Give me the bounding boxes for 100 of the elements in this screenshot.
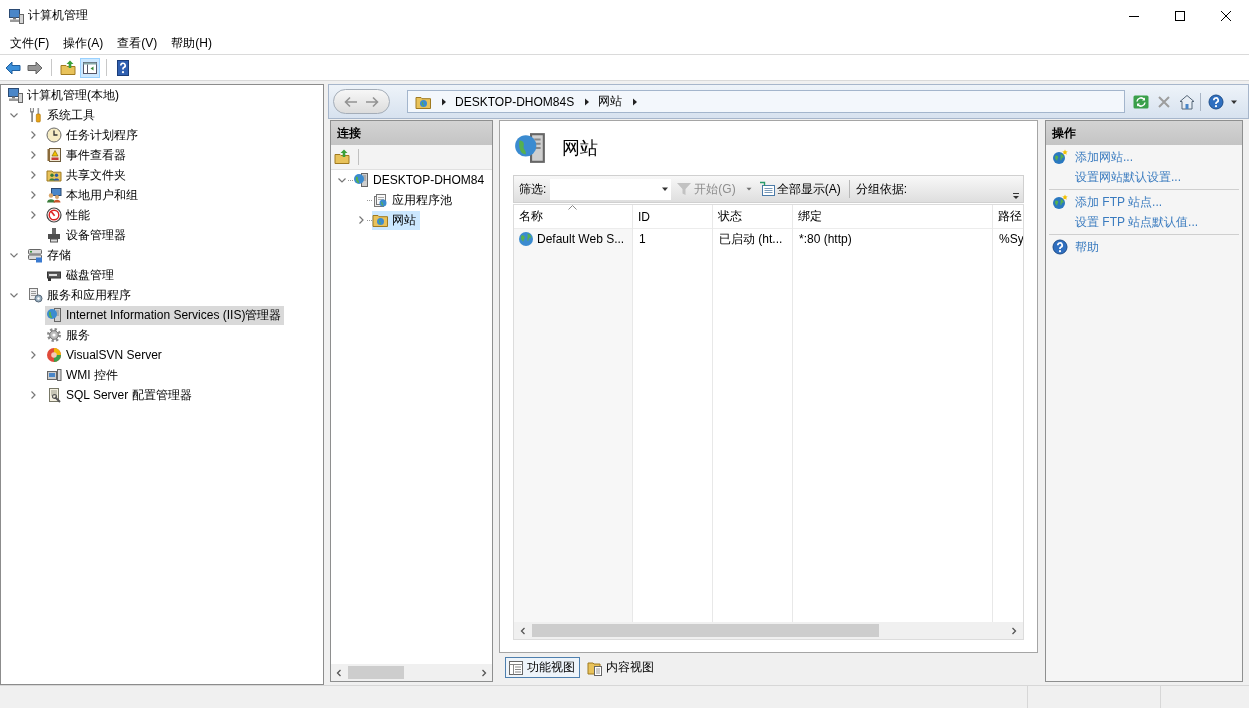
view-tab[interactable]: 内容视图	[584, 657, 659, 678]
tree-item[interactable]: 系统工具	[26, 105, 98, 125]
users-icon	[46, 187, 62, 203]
globe-icon	[518, 231, 534, 247]
gauge-icon	[46, 207, 62, 223]
address-bar[interactable]: DESKTOP-DHOM84S 网站	[407, 90, 1125, 113]
horizontal-scrollbar[interactable]	[331, 664, 492, 681]
table-cell: 1	[639, 232, 646, 246]
tree-item[interactable]: 性能	[45, 205, 93, 225]
tree-item[interactable]: 本地用户和组	[45, 185, 141, 205]
globe-server-icon	[46, 307, 62, 323]
overflow-icon[interactable]	[1012, 191, 1020, 201]
action-link[interactable]: 设置 FTP 站点默认值...	[1075, 213, 1199, 231]
home-icon[interactable]	[1179, 93, 1195, 110]
action-link[interactable]: 帮助	[1075, 238, 1099, 256]
breadcrumb-item[interactable]: DESKTOP-DHOM84S	[455, 94, 575, 109]
group-by-label: 分组依据:	[855, 180, 907, 198]
show-hide-tree-icon[interactable]	[80, 57, 100, 78]
shared-folder-icon	[46, 167, 62, 183]
tree-item[interactable]: 任务计划程序	[45, 125, 141, 145]
grid-list-icon	[508, 659, 524, 676]
breadcrumb-arrow-icon[interactable]	[584, 97, 591, 106]
chevron-icon[interactable]	[28, 170, 38, 180]
filter-label: 筛选:	[519, 180, 547, 198]
menu-item[interactable]: 查看(V)	[110, 32, 165, 53]
table-cell: *:80 (http)	[799, 232, 852, 246]
show-all-button[interactable]: 全部显示(A)	[758, 180, 841, 198]
tree-item[interactable]: 磁盘管理	[45, 265, 117, 285]
document-gear-icon	[27, 287, 43, 303]
tree-item[interactable]: 服务	[45, 325, 93, 345]
scroll-right-icon[interactable]	[1010, 626, 1018, 635]
action-link[interactable]: 添加 FTP 站点...	[1075, 193, 1163, 211]
round-logo-icon	[46, 347, 62, 363]
tree-item[interactable]: DESKTOP-DHOM84	[353, 170, 489, 190]
chevron-icon[interactable]	[337, 175, 347, 185]
menu-item[interactable]: 帮助(H)	[164, 32, 219, 53]
scrollbar-thumb[interactable]	[532, 624, 879, 637]
folder-arrow-icon[interactable]	[334, 149, 350, 165]
folder-globe-icon	[372, 212, 388, 228]
scroll-left-icon[interactable]	[519, 626, 527, 635]
actions-header: 操作	[1046, 121, 1242, 145]
tree-item[interactable]: Internet Information Services (IIS)管理器	[45, 305, 285, 325]
globe-server-icon	[513, 131, 547, 165]
help-icon[interactable]	[1208, 93, 1224, 110]
clock-icon	[46, 127, 62, 143]
view-tab[interactable]: 功能视图	[505, 657, 580, 678]
horizontal-scrollbar[interactable]	[514, 622, 1023, 639]
table-cell: Default Web S...	[537, 232, 625, 246]
breadcrumb-arrow-icon[interactable]	[441, 97, 447, 106]
document-tool-icon	[46, 387, 62, 403]
tree-item[interactable]: 网站	[372, 210, 420, 230]
tree-item[interactable]: 计算机管理(本地)	[6, 85, 122, 105]
list-window-icon	[758, 181, 775, 197]
tools-icon	[27, 107, 43, 123]
tree-item[interactable]: 共享文件夹	[45, 165, 129, 185]
folder-document-icon	[587, 659, 603, 676]
drive-stack-icon	[27, 247, 43, 263]
computer-icon	[46, 367, 62, 383]
computer-management-icon	[7, 87, 23, 103]
chevron-icon[interactable]	[28, 190, 38, 200]
globe-server-icon	[353, 172, 369, 188]
maximize-icon[interactable]	[1175, 10, 1185, 21]
scroll-left-icon[interactable]	[335, 668, 343, 677]
chevron-icon[interactable]	[9, 290, 19, 300]
breadcrumb-arrow-icon[interactable]	[632, 97, 639, 106]
breadcrumb-item[interactable]: 网站	[598, 93, 623, 110]
tree-item[interactable]: SQL Server 配置管理器	[45, 385, 195, 405]
tree-item[interactable]: WMI 控件	[45, 365, 121, 385]
close-icon[interactable]	[1221, 10, 1231, 21]
scrollbar-thumb[interactable]	[348, 666, 404, 679]
funnel-icon	[676, 181, 693, 197]
tree-item[interactable]: 存储	[26, 245, 74, 265]
help-icon[interactable]	[1052, 239, 1068, 255]
action-link[interactable]: 设置网站默认设置...	[1075, 168, 1181, 186]
chevron-icon[interactable]	[28, 390, 38, 400]
chevron-icon[interactable]	[9, 250, 19, 260]
device-icon	[46, 227, 62, 243]
tree-item[interactable]: 应用程序池	[372, 190, 456, 210]
tree-item[interactable]: 服务和应用程序	[26, 285, 134, 305]
chevron-icon[interactable]	[28, 210, 38, 220]
menu-item[interactable]: 文件(F)	[3, 32, 57, 53]
filter-field[interactable]	[550, 178, 672, 200]
column-header[interactable]: 名称	[514, 205, 632, 229]
tree-item[interactable]: 设备管理器	[45, 225, 129, 245]
connections-header: 连接	[331, 121, 492, 145]
chevron-icon[interactable]	[356, 215, 366, 225]
refresh-icon[interactable]	[1133, 93, 1149, 110]
chevron-icon[interactable]	[28, 150, 38, 160]
tree-item[interactable]: VisualSVN Server	[45, 345, 165, 365]
table-cell: 已启动 (ht...	[719, 230, 783, 248]
tree-item[interactable]: 事件查看器	[45, 145, 129, 165]
computer-management-icon	[8, 7, 24, 24]
table-cell: %Sy	[999, 232, 1023, 246]
chevron-icon[interactable]	[9, 110, 19, 120]
scroll-right-icon[interactable]	[480, 668, 488, 677]
chevron-icon[interactable]	[28, 130, 38, 140]
document-globe-icon	[372, 192, 388, 208]
action-link[interactable]: 添加网站...	[1075, 148, 1133, 166]
menu-item[interactable]: 操作(A)	[56, 32, 111, 53]
chevron-icon[interactable]	[28, 350, 38, 360]
